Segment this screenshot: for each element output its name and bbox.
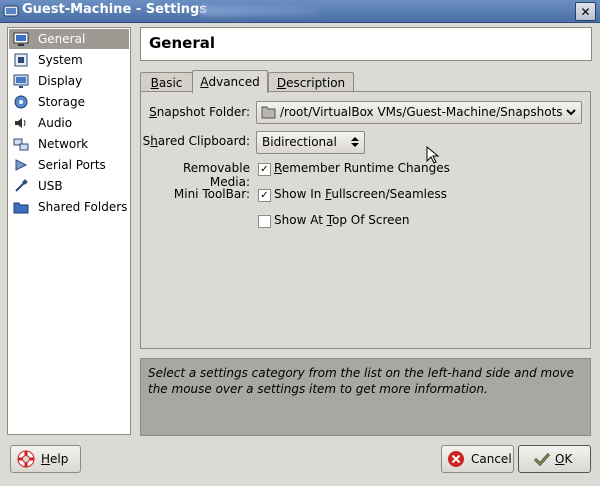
removable-media-label: Removable Media: bbox=[182, 161, 250, 189]
ok-button[interactable]: OK bbox=[518, 445, 591, 473]
cancel-label: Cancel bbox=[471, 452, 512, 466]
sidebar-item-storage[interactable]: Storage bbox=[9, 92, 129, 112]
info-panel: Select a settings category from the list… bbox=[140, 358, 591, 436]
remember-mnemonic: R bbox=[274, 161, 282, 175]
snapshot-folder-label: Snapshot Folder: bbox=[140, 105, 250, 119]
cancel-button[interactable]: Cancel bbox=[441, 445, 514, 473]
snapshot-label-text: napshot Folder: bbox=[156, 105, 250, 119]
remember-runtime-changes-label: Remember Runtime Changes bbox=[274, 161, 450, 175]
mini-toolbar-label: Mini ToolBar: bbox=[173, 187, 250, 201]
tab-basic-label: asic bbox=[158, 75, 183, 90]
page-title: General bbox=[149, 34, 215, 52]
cancel-icon bbox=[448, 451, 464, 467]
show-fullscreen-pre: Show In bbox=[274, 187, 326, 201]
show-fullscreen-checkbox[interactable]: ✓ bbox=[258, 189, 271, 202]
ok-check-icon bbox=[533, 452, 551, 467]
sidebar-item-label: Network bbox=[38, 137, 89, 151]
network-icon bbox=[13, 136, 29, 152]
sidebar-item-shared-folders[interactable]: Shared Folders bbox=[9, 197, 129, 217]
mouse-cursor-icon bbox=[426, 146, 440, 164]
show-at-top-label: Show At Top Of Screen bbox=[274, 213, 410, 227]
clipboard-label-text: ared Clipboard: bbox=[157, 134, 250, 148]
tab-basic-mnemonic: B bbox=[150, 75, 159, 90]
show-fullscreen-rest: ullscreen/Seamless bbox=[331, 187, 447, 201]
close-icon: ✕ bbox=[580, 4, 591, 19]
sidebar-item-label: Audio bbox=[38, 116, 73, 130]
settings-category-list: General System Display Storage Audio Net… bbox=[7, 27, 131, 435]
sidebar-item-network[interactable]: Network bbox=[9, 134, 129, 154]
title-blur bbox=[200, 6, 320, 16]
virtualbox-icon bbox=[3, 5, 19, 17]
info-text: Select a settings category from the list… bbox=[148, 366, 575, 396]
updown-arrows-icon bbox=[351, 137, 359, 147]
shared-clipboard-label: Shared Clipboard: bbox=[140, 134, 250, 148]
sidebar-item-label: Serial Ports bbox=[38, 158, 106, 172]
clipboard-mnemonic: h bbox=[150, 134, 158, 148]
show-fullscreen-label: Show In Fullscreen/Seamless bbox=[274, 187, 447, 201]
tab-advanced[interactable]: Advanced bbox=[192, 70, 268, 93]
remember-runtime-changes-checkbox[interactable]: ✓ bbox=[258, 163, 271, 176]
snapshot-folder-combo[interactable]: /root/VirtualBox VMs/Guest-Machine/Snaps… bbox=[256, 101, 582, 124]
display-icon bbox=[13, 73, 29, 89]
chevron-down-icon bbox=[566, 109, 576, 116]
sidebar-item-label: Display bbox=[38, 74, 83, 88]
sidebar-item-label: USB bbox=[38, 179, 63, 193]
sidebar-item-label: System bbox=[38, 53, 83, 67]
snapshot-mnemonic: S bbox=[149, 105, 157, 119]
usb-icon bbox=[13, 178, 29, 194]
title-bar: Guest-Machine - Settings ✕ bbox=[0, 0, 600, 23]
shared-clipboard-select[interactable]: Bidirectional bbox=[256, 131, 365, 154]
sidebar-item-usb[interactable]: USB bbox=[9, 176, 129, 196]
tab-description[interactable]: Description bbox=[268, 72, 354, 92]
sidebar-item-label: Storage bbox=[38, 95, 85, 109]
general-icon bbox=[13, 31, 29, 47]
help-label: elp bbox=[50, 452, 69, 466]
window-title: Guest-Machine - Settings bbox=[22, 2, 208, 17]
sidebar-item-general[interactable]: General bbox=[9, 29, 129, 49]
tab-advanced-mnemonic: A bbox=[200, 75, 209, 89]
sidebar-item-system[interactable]: System bbox=[9, 50, 129, 70]
help-mnemonic: H bbox=[41, 452, 51, 466]
storage-icon bbox=[13, 94, 29, 110]
audio-icon bbox=[13, 115, 29, 131]
tab-basic[interactable]: Basic bbox=[140, 72, 193, 92]
show-at-top-checkbox[interactable] bbox=[258, 215, 271, 228]
tab-advanced-label: dvanced bbox=[208, 75, 260, 89]
close-button[interactable]: ✕ bbox=[575, 2, 596, 21]
shared-clipboard-value: Bidirectional bbox=[262, 135, 337, 149]
folder-icon bbox=[261, 106, 276, 119]
tab-description-mnemonic: D bbox=[276, 75, 287, 90]
page-header: General bbox=[140, 27, 592, 61]
remember-label-text: emember Runtime Changes bbox=[281, 161, 450, 175]
help-button[interactable]: Help bbox=[10, 445, 81, 473]
sidebar-item-serial-ports[interactable]: Serial Ports bbox=[9, 155, 129, 175]
sidebar-item-display[interactable]: Display bbox=[9, 71, 129, 91]
snapshot-folder-value: /root/VirtualBox VMs/Guest-Machine/Snaps… bbox=[280, 105, 563, 119]
ok-label: K bbox=[564, 452, 573, 466]
lifebuoy-icon bbox=[17, 450, 35, 468]
show-top-pre: Show At bbox=[274, 213, 327, 227]
shared-folders-icon bbox=[13, 199, 29, 215]
sidebar-item-label: Shared Folders bbox=[38, 200, 128, 214]
sidebar-item-audio[interactable]: Audio bbox=[9, 113, 129, 133]
check-icon: ✓ bbox=[260, 163, 269, 175]
serial-ports-icon bbox=[13, 157, 29, 173]
tab-description-label: escription bbox=[286, 75, 346, 90]
show-top-rest: op Of Screen bbox=[332, 213, 410, 227]
sidebar-item-label: General bbox=[38, 32, 86, 46]
system-icon bbox=[13, 52, 29, 68]
check-icon: ✓ bbox=[260, 189, 269, 201]
